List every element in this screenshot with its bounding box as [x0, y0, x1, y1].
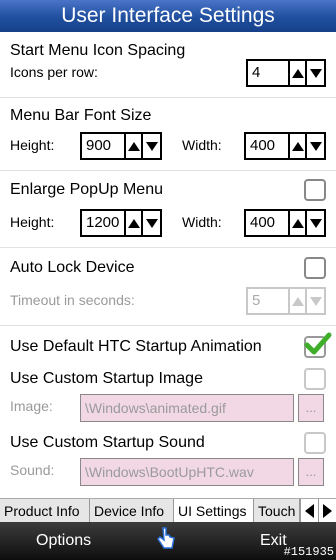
timeout-spinner[interactable]: 5: [246, 287, 326, 315]
start-menu-heading: Start Menu Icon Spacing: [10, 42, 186, 59]
right-arrow-icon: [323, 504, 332, 518]
left-arrow-icon: [305, 504, 314, 518]
menu-font-width-spinner[interactable]: 400: [244, 132, 326, 160]
tab-scroll-left-button[interactable]: [300, 499, 318, 523]
down-arrow-icon: [309, 218, 322, 228]
divider: [0, 170, 336, 171]
popup-menu-checkbox[interactable]: [304, 179, 326, 201]
timeout-label: Timeout in seconds:: [10, 292, 135, 308]
corner-tag: #151935: [283, 545, 334, 559]
up-arrow-icon: [291, 218, 304, 228]
icons-per-row-spinner[interactable]: 4: [246, 59, 326, 87]
down-arrow-icon: [145, 218, 158, 228]
menu-font-height-label: Height:: [10, 137, 55, 153]
popup-width-label: Width:: [182, 214, 222, 230]
tab-product-info[interactable]: Product Info: [0, 499, 90, 523]
popup-height-value[interactable]: 1200: [82, 211, 126, 235]
menu-font-height-spinner[interactable]: 900: [80, 132, 162, 160]
custom-image-label: Use Custom Startup Image: [10, 370, 203, 387]
menu-font-width-value[interactable]: 400: [246, 134, 290, 158]
tab-device-info[interactable]: Device Info: [90, 499, 174, 523]
spinner-down-button[interactable]: [307, 211, 324, 235]
spinner-up-button[interactable]: [126, 134, 143, 158]
tab-bar: Product Info Device Info UI Settings Tou…: [0, 498, 336, 523]
menu-font-height-value[interactable]: 900: [82, 134, 126, 158]
spinner-down-button[interactable]: [143, 211, 160, 235]
spinner-down-button[interactable]: [307, 134, 324, 158]
popup-height-spinner[interactable]: 1200: [80, 209, 162, 237]
sound-browse-button[interactable]: ...: [298, 458, 324, 486]
popup-width-spinner[interactable]: 400: [244, 209, 326, 237]
custom-sound-checkbox[interactable]: [304, 432, 326, 454]
down-arrow-icon: [309, 68, 322, 78]
spinner-up-button[interactable]: [290, 134, 307, 158]
divider: [0, 247, 336, 248]
startup-animation-label: Use Default HTC Startup Animation: [10, 338, 262, 355]
tab-touch[interactable]: Touch: [254, 499, 300, 523]
keyboard-hand-icon[interactable]: [155, 526, 177, 552]
sound-field-label: Sound:: [10, 462, 55, 478]
spinner-down-button[interactable]: [307, 289, 324, 313]
custom-image-checkbox[interactable]: [304, 368, 326, 390]
image-path-input[interactable]: \Windows\animated.gif: [80, 394, 294, 422]
page-title: User Interface Settings: [61, 4, 275, 27]
icons-per-row-label: Icons per row:: [10, 64, 98, 80]
menu-font-width-label: Width:: [182, 137, 222, 153]
popup-menu-heading: Enlarge PopUp Menu: [10, 181, 163, 198]
menu-bar-font-heading: Menu Bar Font Size: [10, 107, 152, 124]
sound-path-input[interactable]: \Windows\BootUpHTC.wav: [80, 458, 294, 486]
spinner-up-button[interactable]: [290, 211, 307, 235]
spinner-down-button[interactable]: [307, 61, 324, 85]
down-arrow-icon: [145, 141, 158, 151]
startup-animation-checkbox[interactable]: [304, 332, 332, 358]
spinner-up-button[interactable]: [290, 289, 307, 313]
image-field-label: Image:: [10, 398, 53, 414]
up-arrow-icon: [291, 68, 304, 78]
spinner-up-button[interactable]: [290, 61, 307, 85]
popup-width-value[interactable]: 400: [246, 211, 290, 235]
checkmark-icon: [304, 332, 332, 355]
tab-ui-settings[interactable]: UI Settings: [174, 499, 254, 523]
popup-height-label: Height:: [10, 214, 55, 230]
timeout-value[interactable]: 5: [248, 289, 290, 313]
divider: [0, 97, 336, 98]
softkey-bar: Options Exit #151935: [0, 522, 336, 560]
up-arrow-icon: [127, 218, 140, 228]
options-softkey[interactable]: Options: [36, 522, 91, 560]
tab-scroll-right-button[interactable]: [318, 499, 336, 523]
up-arrow-icon: [291, 296, 304, 306]
icons-per-row-value[interactable]: 4: [248, 61, 290, 85]
title-bar: User Interface Settings: [0, 0, 336, 32]
down-arrow-icon: [309, 141, 322, 151]
up-arrow-icon: [127, 141, 140, 151]
spinner-up-button[interactable]: [126, 211, 143, 235]
image-browse-button[interactable]: ...: [298, 394, 324, 422]
auto-lock-heading: Auto Lock Device: [10, 259, 135, 276]
spinner-down-button[interactable]: [143, 134, 160, 158]
divider: [0, 325, 336, 326]
auto-lock-checkbox[interactable]: [304, 257, 326, 279]
up-arrow-icon: [291, 141, 304, 151]
down-arrow-icon: [309, 296, 322, 306]
custom-sound-label: Use Custom Startup Sound: [10, 434, 205, 451]
